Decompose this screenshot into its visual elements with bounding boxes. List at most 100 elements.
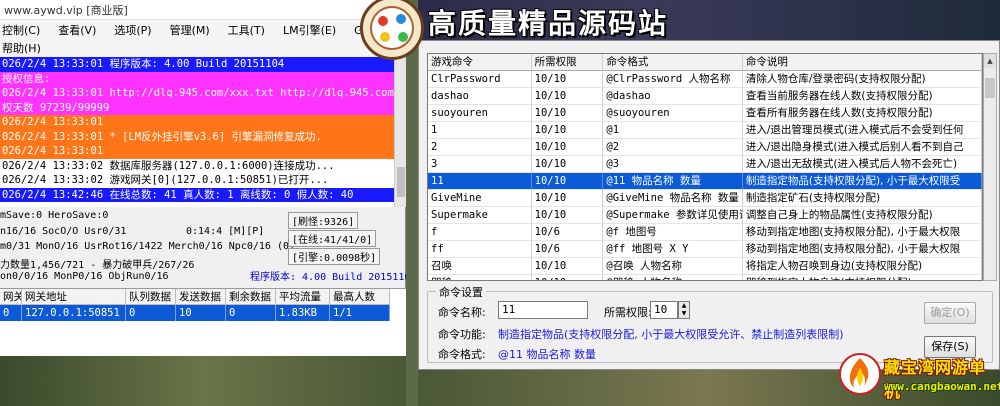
command-cell: 进入/退出隐身模式(进入模式后别人看不到自己 [742,139,982,156]
gateway-cell: 127.0.0.1:50851 [22,305,126,321]
gateway-column-header[interactable]: 队列数据 [126,289,176,305]
menu-item[interactable]: 选项(P) [114,22,151,38]
permission-stepper[interactable]: ▲ ▼ [678,301,690,319]
log-line: 026/2/4 13:42:46 在线总数: 41 真人数: 1 离线数: 0 … [0,187,394,202]
command-cell: ClrPassword [428,71,532,88]
status-time: 0:14:4 [M][P] [186,226,265,237]
command-cell: 清除人物仓库/登录密码(支持权限分配) [742,71,982,88]
menu-item[interactable]: 管理(M) [170,22,210,38]
command-cell: @2 [603,139,743,156]
gateway-column-header[interactable]: 剩余数据 [226,289,276,305]
log-line: 权天数 97239/99999 [0,100,394,115]
command-cell: @dashao [603,88,743,105]
log-line: 026/2/4 13:33:01 程序版本: 4.00 Build 201511… [0,57,394,72]
watermark-name: 藏宝湾网游单机 [884,358,987,401]
command-cell: suoyouren [428,105,532,122]
gateway-row[interactable]: 0 127.0.0.1:50851 0 10 0 1.83KB 1/1 [0,305,406,321]
gateway-cell: 0 [226,305,276,321]
command-cell: 10/10 [531,190,604,207]
game-scene-strip [0,356,406,406]
command-name-input[interactable]: 11 [498,301,588,319]
command-column-header[interactable]: 所需权限 [531,54,604,71]
status-connections: n16/16 SocO/O Usr0/31 [0,226,127,237]
command-row[interactable]: ClrPassword 10/10 @ClrPassword 人物名称 清除人物仓库/… [428,71,982,88]
command-cell: 10/10 [531,207,604,224]
command-column-header[interactable]: 命令说明 [742,54,982,71]
log-scrollbar[interactable] [394,57,406,207]
gateway-table-header: 网关 网关地址 队列数据 发送数据 剩余数据 平均流量 最高人数 [0,289,406,305]
command-cell: f [428,224,532,241]
command-cell: 调整自己身上的物品属性(支持权限分配) [742,207,982,224]
command-cell: 10/10 [531,156,604,173]
permission-label: 所需权限: [604,306,652,319]
command-row[interactable]: dashao 10/10 @dashao 查看当前服务器在线人数(支持权限分配) [428,88,982,105]
scroll-up-icon[interactable]: ▲ [984,54,996,68]
menu-item[interactable]: LM引擎(E) [283,22,336,38]
menu-bar: 控制(C)查看(V)选项(P)管理(M)工具(T)LM引擎(E)G盾PG [0,20,405,40]
command-cell: 3 [428,156,532,173]
scroll-thumb[interactable] [397,167,405,197]
command-row[interactable]: f 10/6 @f 地图号 移动到指定地图(支持权限分配), 小于最大权限 [428,224,982,241]
command-row[interactable]: 即移10/10@即移 人物名称即移到指定人物身边(支持权限分配) [428,275,982,280]
command-row[interactable]: 2 10/10 @2 进入/退出隐身模式(进入模式后别人看不到自己 [428,139,982,156]
command-cell: 10/10 [531,105,604,122]
settings-group-label: 命令设置 [436,284,486,300]
command-cell: @Supermake 参数详见使用说明 [603,207,743,224]
command-cell: 进入/退出管理员模式(进入模式后不会受到任何 [742,122,982,139]
gateway-column-header[interactable]: 网关地址 [22,289,126,305]
command-row[interactable]: 1 10/10 @1 进入/退出管理员模式(进入模式后不会受到任何 [428,122,982,139]
log-line: 026/2/4 13:33:01 [0,115,394,130]
spawn-count-box: [刷怪:9326] [288,212,359,229]
command-cell: 10/6 [531,224,604,241]
command-cell: 查看当前服务器在线人数(支持权限分配) [742,88,982,105]
program-version: 程序版本: 4.00 Build 20151104 [250,272,417,283]
gateway-cell: 0 [126,305,176,321]
scroll-thumb[interactable] [985,78,995,98]
status-objects: on0/0/16 MonP0/16 ObjRun0/16 [0,271,169,282]
menu-item-help[interactable]: 帮助(H) [0,40,405,56]
command-row[interactable]: ff 10/6 @ff 地图号 X Y 移动到指定地图(支持权限分配), 小于最大权限 [428,241,982,258]
command-cell: 移动到指定地图(支持权限分配), 小于最大权限 [742,241,982,258]
command-row[interactable]: 3 10/10 @3 进入/退出无敌模式(进入模式后人物不会死亡) [428,156,982,173]
command-row[interactable]: Supermake10/10@Supermake 参数详见使用说明调整自己身上的… [428,207,982,224]
command-cell: @召唤 人物名称 [603,258,743,275]
command-cell: 10/10 [532,275,604,280]
gateway-column-header[interactable]: 网关 [0,289,22,305]
gateway-table: 网关 网关地址 队列数据 发送数据 剩余数据 平均流量 最高人数 0 127.0.0.1:50… [0,288,406,356]
command-cell: 10/10 [531,71,604,88]
command-list-scrollbar[interactable]: ▲ [983,53,997,281]
log-panel: 026/2/4 13:33:01 程序版本: 4.00 Build 201511… [0,57,394,207]
gateway-cell: 10 [176,305,226,321]
watermark: 藏宝湾网游单机 www.cangbaowan.net [838,350,1000,404]
command-row[interactable]: GiveMine10/10@GiveMine 物品名称 数量 当前制造指定矿石(… [428,190,982,207]
command-cell: @ff 地图号 X Y [603,241,743,258]
command-column-header[interactable]: 游戏命令 [428,54,532,71]
menu-item[interactable]: 工具(T) [228,22,265,38]
command-cell: 11 [428,173,532,190]
command-cell: 查看所有服务器在线人数(支持权限分配) [742,105,982,122]
command-cell: 召唤 [428,258,532,275]
log-line: 授权信息: [0,71,394,86]
menu-item[interactable]: 查看(V) [58,22,96,38]
command-cell: ff [428,241,532,258]
gateway-column-header[interactable]: 发送数据 [176,289,226,305]
command-cell: 移动到指定地图(支持权限分配), 小于最大权限 [742,224,982,241]
command-row[interactable]: 11 10/10 @11 物品名称 数量 制造指定物品(支持权限分配), 小于最大权限… [428,173,982,190]
gateway-column-header[interactable]: 平均流量 [276,289,330,305]
command-cell: 10/10 [531,122,604,139]
ok-button[interactable]: 确定(O) [924,302,976,324]
command-cell: @f 地图号 [603,224,743,241]
command-cell: 制造指定矿石(支持权限分配) [742,190,982,207]
command-column-header[interactable]: 命令格式 [603,54,743,71]
command-cell: 10/10 [531,139,604,156]
command-cell: 制造指定物品(支持权限分配), 小于最大权限受 [742,173,982,190]
permission-input[interactable]: 10 [650,301,678,319]
gateway-column-header[interactable]: 最高人数 [330,289,390,305]
command-format-label: 命令格式: [438,348,486,361]
menu-item[interactable]: 控制(C) [2,22,40,38]
command-row[interactable]: suoyouren 10/10 @suoyouren 查看所有服务器在线人数(支持权限… [428,105,982,122]
status-monsters: m0/31 MonO/16 UsrRot16/1422 Merch0/16 Np… [0,241,296,252]
command-function-label: 命令功能: [438,328,486,341]
gateway-cell: 1.83KB [276,305,330,321]
command-row[interactable]: 召唤 10/10 @召唤 人物名称 将指定人物召唤到身边(支持权限分配) [428,258,982,275]
